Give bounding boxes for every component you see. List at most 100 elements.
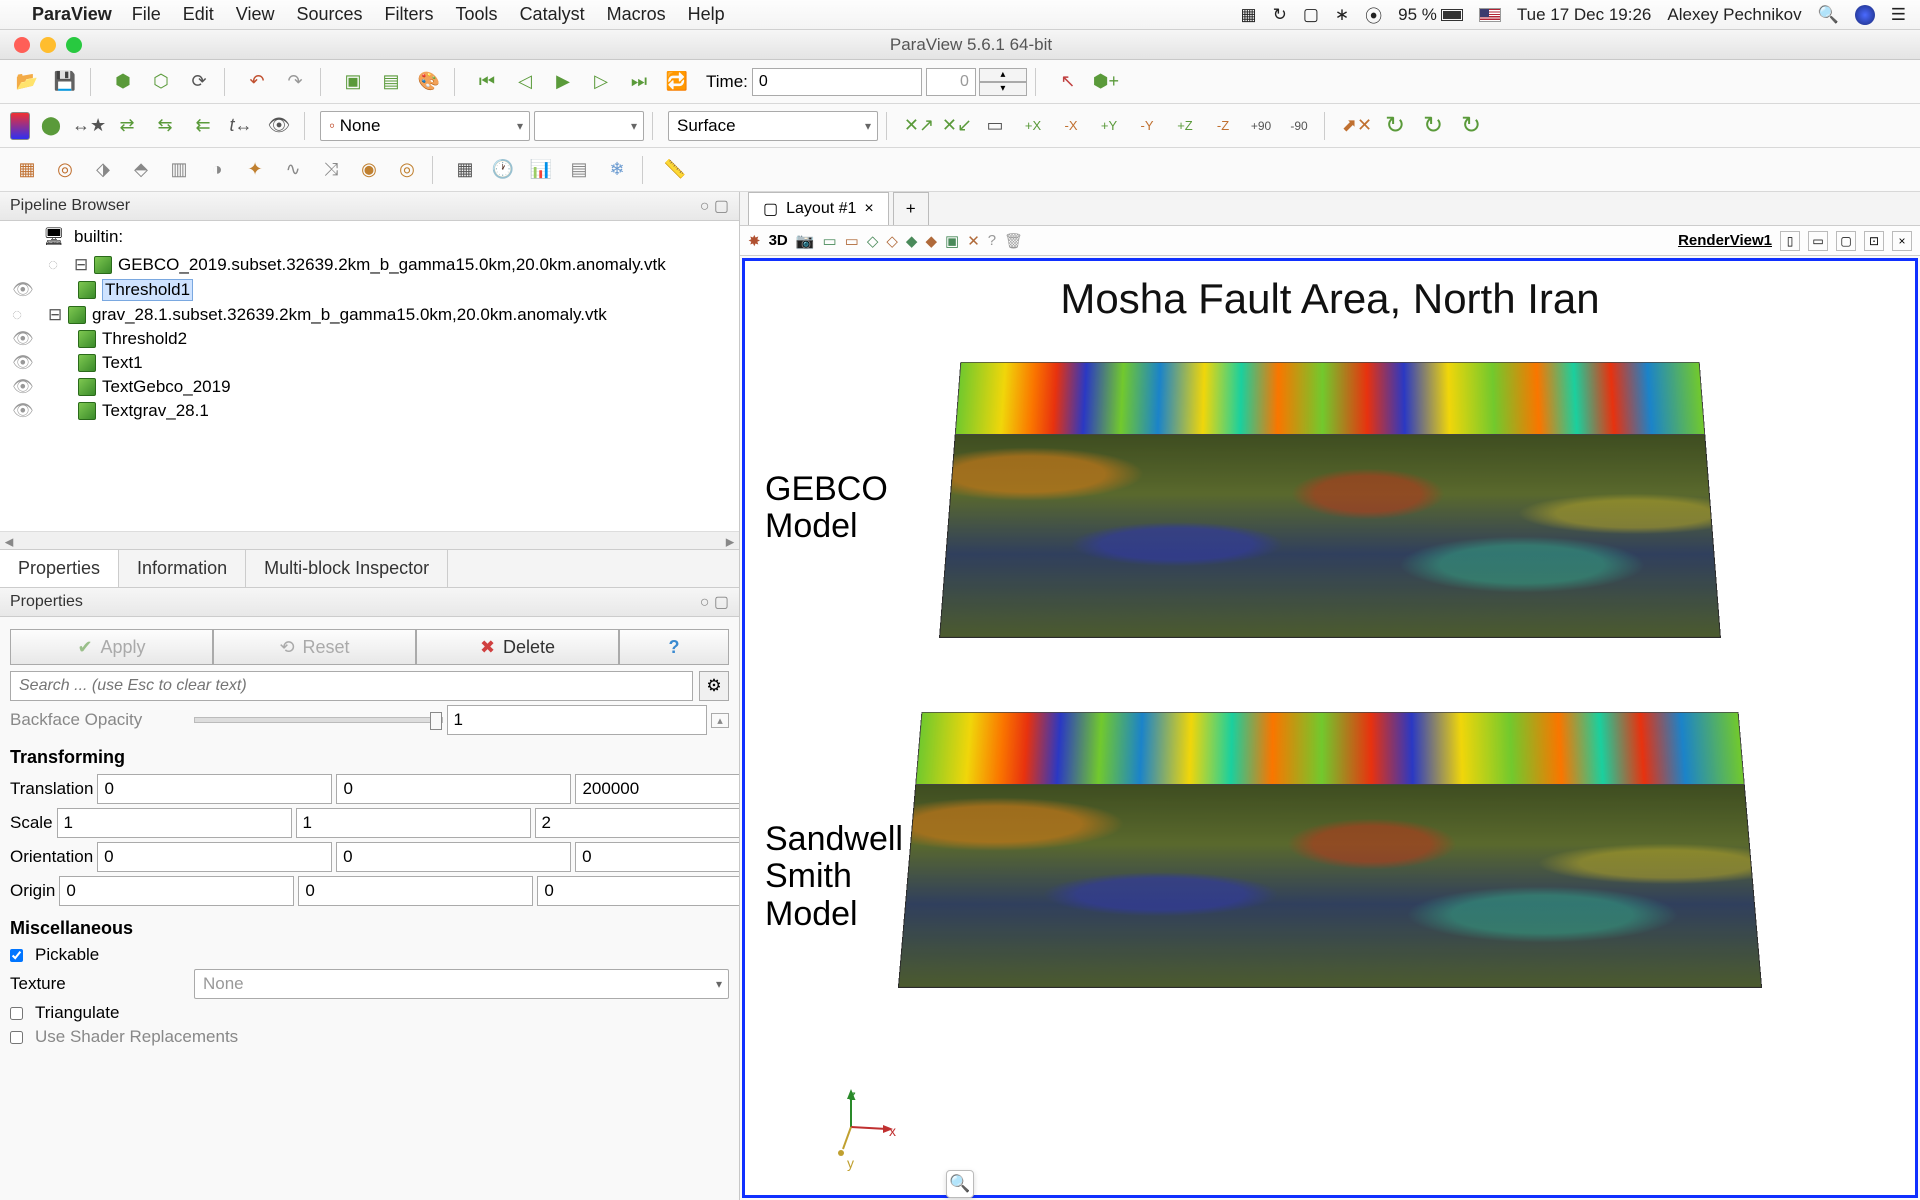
status-wifi-icon[interactable]: ⦿ bbox=[1365, 2, 1382, 27]
status-user[interactable]: Alexey Pechnikov bbox=[1667, 5, 1801, 25]
rescale-visible-button[interactable]: ⇇ bbox=[186, 110, 220, 142]
scale-x[interactable] bbox=[57, 808, 292, 838]
plot-over-time-button[interactable]: 🕐 bbox=[486, 154, 520, 186]
translation-x[interactable] bbox=[97, 774, 332, 804]
view-negz-button[interactable]: -Z bbox=[1206, 110, 1240, 142]
pipeline-item[interactable]: 👁 Threshold2 bbox=[0, 327, 739, 351]
scale-z[interactable] bbox=[535, 808, 739, 838]
view-posz-button[interactable]: +Z bbox=[1168, 110, 1202, 142]
histogram-button[interactable]: 📊 bbox=[524, 154, 558, 186]
status-datetime[interactable]: Tue 17 Dec 19:26 bbox=[1517, 5, 1652, 25]
vcr-loop-button[interactable]: 🔁 bbox=[660, 66, 694, 98]
time-index-input[interactable] bbox=[926, 68, 976, 96]
status-bluetooth-icon[interactable]: ∗ bbox=[1335, 5, 1349, 25]
zoom-box-button[interactable]: ▭ bbox=[978, 110, 1012, 142]
view-mode-3d[interactable]: 3D bbox=[769, 232, 788, 249]
status-timemachine-icon[interactable]: ↻ bbox=[1273, 5, 1287, 25]
view-negy-button[interactable]: -Y bbox=[1130, 110, 1164, 142]
status-battery[interactable]: 95 % bbox=[1398, 5, 1463, 25]
selection-tool-1[interactable]: ↖ bbox=[1051, 66, 1085, 98]
pipeline-item-threshold1[interactable]: 👁 Threshold1 bbox=[0, 277, 739, 303]
window-close-button[interactable] bbox=[14, 37, 30, 53]
edit-colormap-button[interactable]: ⬤ bbox=[34, 110, 68, 142]
view-negx-button[interactable]: -X bbox=[1054, 110, 1088, 142]
split-v-button[interactable]: ▭ bbox=[1808, 231, 1828, 251]
save-state-button[interactable]: 💾 bbox=[48, 66, 82, 98]
visibility-icon[interactable]: 👁 bbox=[12, 353, 32, 373]
backface-opacity-value[interactable] bbox=[447, 705, 708, 735]
origin-z[interactable] bbox=[537, 876, 739, 906]
redo-button[interactable]: ↷ bbox=[278, 66, 312, 98]
properties-gear-button[interactable]: ⚙ bbox=[699, 671, 729, 701]
view-pick-icon[interactable]: ✸ bbox=[748, 232, 761, 250]
menu-macros[interactable]: Macros bbox=[607, 4, 666, 25]
orientation-y[interactable] bbox=[336, 842, 571, 872]
properties-search-input[interactable] bbox=[10, 671, 693, 701]
pickable-checkbox[interactable] bbox=[10, 949, 23, 962]
scale-y[interactable] bbox=[296, 808, 531, 838]
pipeline-browser[interactable]: 🖥 builtin: ◌ ⊟ GEBCO_2019.subset.32639.2… bbox=[0, 221, 739, 531]
pipeline-hscroll[interactable]: ◂▸ bbox=[0, 531, 739, 549]
menu-file[interactable]: File bbox=[132, 4, 161, 25]
menu-tools[interactable]: Tools bbox=[456, 4, 498, 25]
spreadsheet-button[interactable]: ▤ bbox=[562, 154, 596, 186]
view-sel-2[interactable]: ▭ bbox=[845, 232, 859, 250]
clip-button[interactable]: ⬗ bbox=[86, 154, 120, 186]
color-component-combo[interactable] bbox=[534, 111, 644, 141]
group-button[interactable]: ◉ bbox=[352, 154, 386, 186]
pipeline-item[interactable]: 👁 Text1 bbox=[0, 351, 739, 375]
extract-button[interactable]: ◑ bbox=[200, 154, 234, 186]
reload-button[interactable]: ⟳ bbox=[182, 66, 216, 98]
layout-add-button[interactable]: + bbox=[893, 192, 929, 225]
apply-button[interactable]: ✔Apply bbox=[10, 629, 213, 665]
disconnect-button[interactable]: ⬡ bbox=[144, 66, 178, 98]
view-sel-1[interactable]: ▭ bbox=[822, 232, 836, 250]
backface-opacity-slider[interactable] bbox=[194, 717, 443, 723]
window-maximize-button[interactable] bbox=[66, 37, 82, 53]
warp-button[interactable]: ⤨ bbox=[314, 154, 348, 186]
refresh-1-button[interactable]: ↻ bbox=[1378, 110, 1412, 142]
undo-button[interactable]: ↶ bbox=[240, 66, 274, 98]
status-spotlight-icon[interactable]: 🔍 bbox=[1818, 5, 1839, 25]
menu-view[interactable]: View bbox=[236, 4, 275, 25]
vcr-prev-button[interactable]: ◁ bbox=[508, 66, 542, 98]
layout-tab-1[interactable]: ▢ Layout #1 × bbox=[748, 192, 889, 225]
vcr-next-button[interactable]: ▷ bbox=[584, 66, 618, 98]
visibility-icon[interactable]: 👁 bbox=[12, 377, 32, 397]
color-legend-button[interactable] bbox=[10, 112, 30, 140]
view-camera-icon[interactable]: 📷 bbox=[796, 232, 815, 250]
time-value-input[interactable] bbox=[752, 68, 922, 96]
close-icon[interactable]: × bbox=[864, 200, 873, 218]
split-h-button[interactable]: ▯ bbox=[1780, 231, 1800, 251]
contour-button[interactable]: ◎ bbox=[48, 154, 82, 186]
ruler-button[interactable]: 📏 bbox=[658, 154, 692, 186]
status-notifications-icon[interactable]: ☰ bbox=[1891, 5, 1906, 25]
visibility-icon[interactable]: 👁 bbox=[12, 280, 32, 300]
texture-combo[interactable]: None bbox=[194, 969, 729, 999]
translation-z[interactable] bbox=[575, 774, 739, 804]
visibility-icon[interactable]: ◌ bbox=[12, 305, 32, 325]
view-sel-3[interactable]: ◇ bbox=[867, 232, 879, 250]
pipeline-item[interactable]: 👁 TextGebco_2019 bbox=[0, 375, 739, 399]
color-array-combo[interactable]: ◦ None bbox=[320, 111, 530, 141]
time-spin-up[interactable]: ▴ bbox=[979, 68, 1027, 82]
expand-icon[interactable]: ⊟ bbox=[74, 255, 88, 275]
view-sel-6[interactable]: ◆ bbox=[925, 232, 937, 250]
pipeline-root[interactable]: 🖥 builtin: bbox=[0, 221, 739, 253]
visibility-icon[interactable]: 👁 bbox=[12, 329, 32, 349]
status-appmenu-icon[interactable]: ▦ bbox=[1241, 5, 1257, 25]
view-posx-button[interactable]: +X bbox=[1016, 110, 1050, 142]
help-button[interactable]: ? bbox=[619, 629, 729, 665]
menu-sources[interactable]: Sources bbox=[296, 4, 362, 25]
visibility-icon[interactable]: ◌ bbox=[48, 255, 68, 275]
rotate-neg90-button[interactable]: -90 bbox=[1282, 110, 1316, 142]
color-palette-button[interactable]: 🎨 bbox=[412, 66, 446, 98]
rescale-data-button[interactable]: ⇆ bbox=[148, 110, 182, 142]
rotate-pos90-button[interactable]: +90 bbox=[1244, 110, 1278, 142]
calculator-button[interactable]: ▦ bbox=[10, 154, 44, 186]
menu-filters[interactable]: Filters bbox=[385, 4, 434, 25]
restore-button[interactable]: ⊡ bbox=[1864, 231, 1884, 251]
camera-reset-button[interactable]: ✕↗ bbox=[902, 110, 936, 142]
render-view[interactable]: Mosha Fault Area, North Iran GEBCO Model… bbox=[742, 258, 1918, 1198]
close-view-button[interactable]: × bbox=[1892, 231, 1912, 251]
